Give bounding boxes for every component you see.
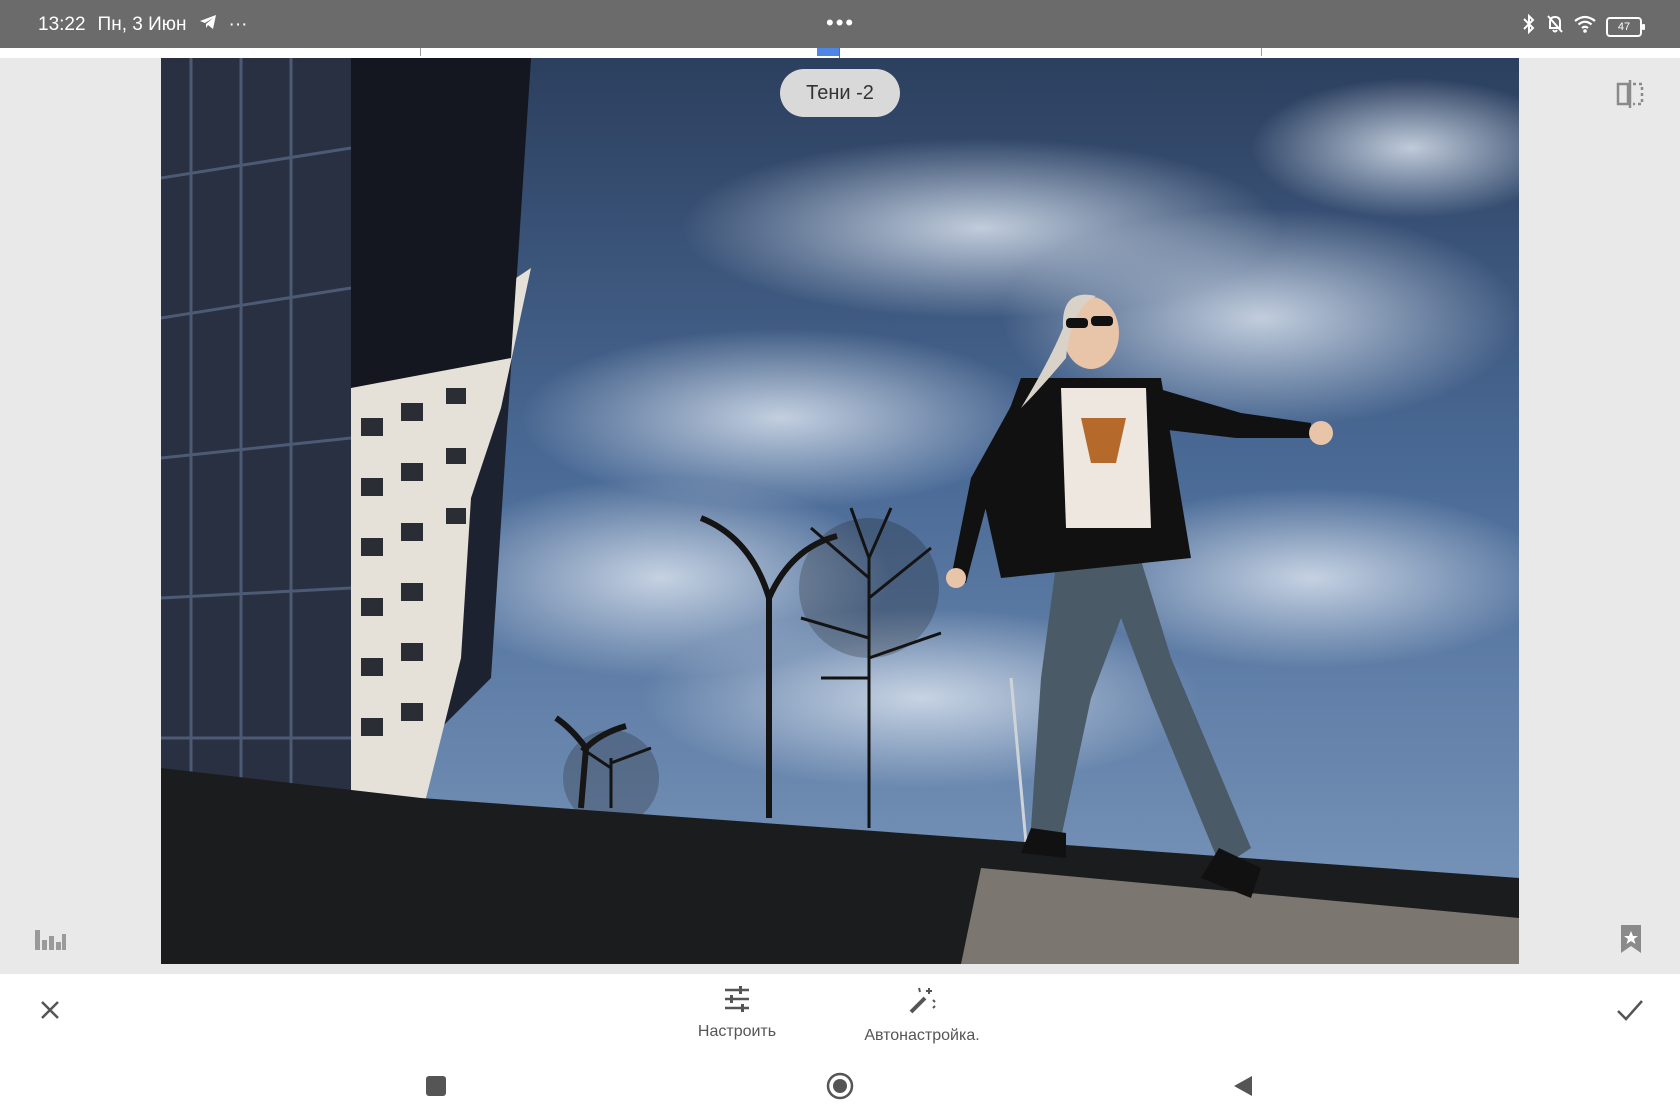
bluetooth-icon [1522,13,1536,39]
edited-photo[interactable] [161,58,1519,964]
status-overflow: ··· [228,14,248,35]
bell-off-icon [1546,14,1564,39]
slider-track [420,48,1262,56]
tool-adjust-label: Настроить [697,1023,777,1040]
recents-icon[interactable] [426,1076,446,1096]
system-navbar [0,1056,1680,1120]
status-date: Пн, 3 Июн [97,14,187,35]
status-more-dots[interactable]: ••• [826,10,855,36]
bookmark-star-icon[interactable] [1620,924,1642,954]
sliders-icon [684,986,790,1017]
compare-icon[interactable] [1614,78,1646,110]
status-time: 13:22 [38,14,86,35]
magic-wand-icon [850,986,994,1021]
adjustment-slider[interactable] [0,48,1680,68]
tool-auto-label: Автонастройка. [864,1027,980,1044]
editor-canvas[interactable]: Тени -2 [0,58,1680,974]
tool-auto-button[interactable]: Автонастройка. [850,986,994,1045]
histogram-icon[interactable] [34,928,66,952]
home-icon[interactable] [826,1072,854,1100]
telegram-icon [199,14,217,36]
tool-adjust-button[interactable]: Настроить [684,986,790,1041]
check-icon[interactable] [1614,996,1646,1024]
bottom-toolbar: Настроить Автонастройка. [0,974,1680,1056]
adjustment-value-pill: Тени -2 [780,69,900,117]
close-icon[interactable] [36,996,64,1024]
back-icon[interactable] [1232,1074,1254,1098]
battery-icon: 47 [1606,16,1645,37]
status-bar: 13:22 Пн, 3 Июн ··· ••• 47 [0,0,1680,48]
status-right: 47 [1522,13,1645,39]
status-left: 13:22 Пн, 3 Июн ··· [38,14,247,36]
wifi-icon [1574,15,1596,38]
slider-fill [817,48,839,56]
